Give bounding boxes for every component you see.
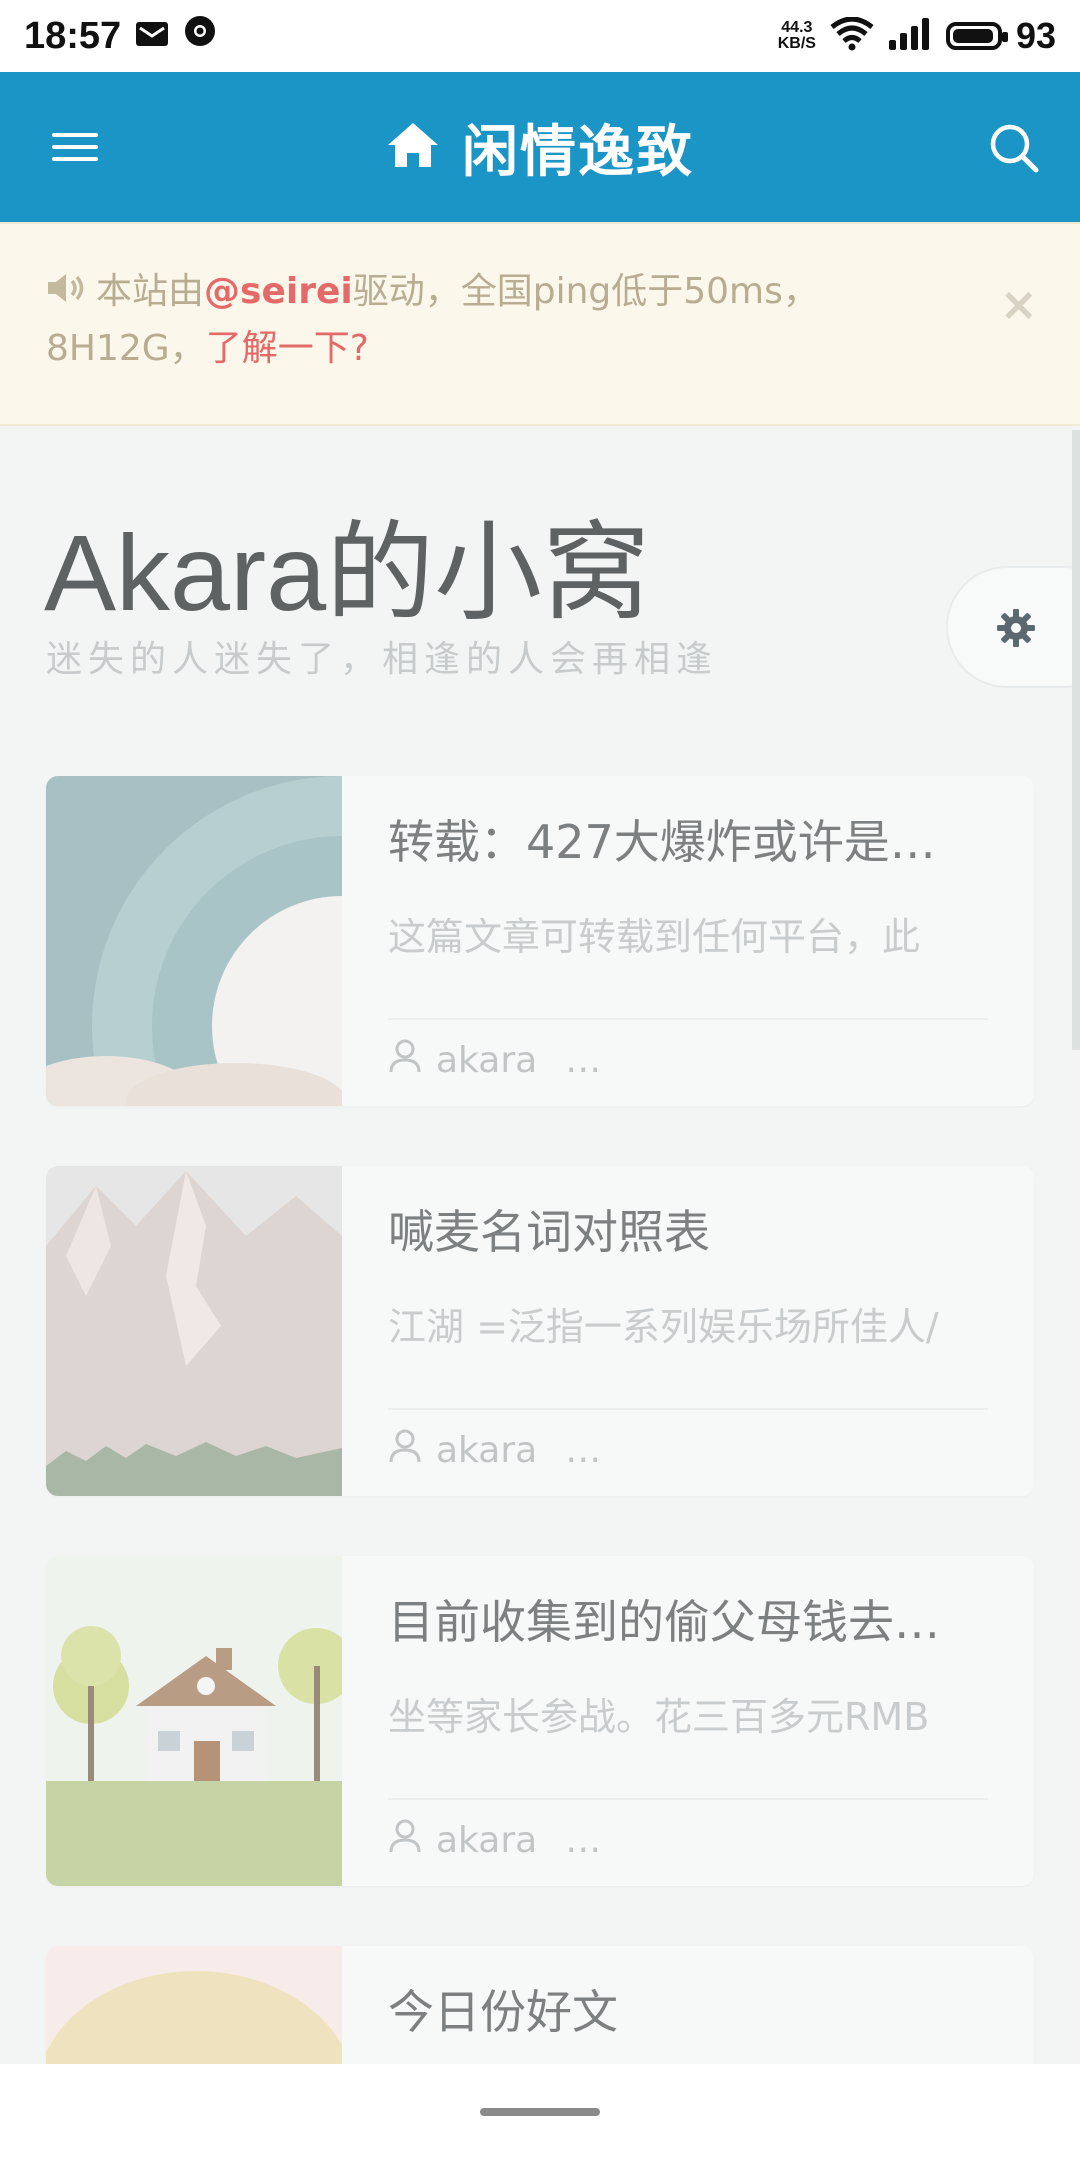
user-icon: [388, 1038, 422, 1083]
brand[interactable]: 闲情逸致: [386, 107, 694, 188]
home-icon: [386, 121, 440, 173]
post-content: 今日份好文: [388, 1946, 988, 2064]
divider: [388, 1408, 988, 1410]
menu-icon[interactable]: [52, 124, 98, 170]
post-excerpt: 江湖 =泛指一系列娱乐场所佳人/: [388, 1305, 939, 1349]
battery-level: 93: [1015, 15, 1056, 56]
wifi-icon: [830, 16, 874, 56]
battery-icon: [945, 22, 1008, 50]
post-author[interactable]: akara: [436, 1820, 537, 1861]
post-author[interactable]: akara: [436, 1040, 537, 1081]
status-time: 18:57: [24, 14, 122, 57]
status-right: 44.3 KB/S 93: [778, 15, 1056, 57]
post-meta: akara …: [388, 1038, 601, 1083]
home-indicator[interactable]: [480, 2108, 600, 2116]
mail-icon: [135, 15, 169, 58]
post-author[interactable]: akara: [436, 1430, 537, 1471]
post-card[interactable]: 今日份好文: [46, 1946, 1034, 2064]
post-more: …: [565, 1820, 602, 1861]
post-title[interactable]: 喊麦名词对照表: [388, 1196, 988, 1262]
site-subtitle: 迷失的人迷失了，相逢的人会再相逢: [46, 639, 719, 680]
notice-learn-more-link[interactable]: 了解一下?: [206, 328, 369, 369]
post-title[interactable]: 转载：427大爆炸或许是…: [388, 806, 988, 872]
post-card[interactable]: 转载：427大爆炸或许是… 这篇文章可转载到任何平台，此 akara …: [46, 776, 1034, 1106]
search-icon[interactable]: [988, 122, 1040, 174]
net-speed-unit: KB/S: [777, 35, 816, 52]
chrome-icon: [183, 14, 217, 58]
divider: [388, 1798, 988, 1800]
post-thumbnail[interactable]: [46, 1946, 351, 2064]
post-more: …: [565, 1040, 602, 1081]
gear-icon: [996, 608, 1036, 652]
speaker-icon: [46, 265, 86, 321]
net-speed: 44.3 KB/S: [778, 20, 816, 52]
post-card[interactable]: 目前收集到的偷父母钱去… 坐等家长参战。花三百多元RMB akara …: [46, 1556, 1034, 1886]
scrollbar[interactable]: [1072, 430, 1080, 1050]
signal-icon: [888, 17, 932, 55]
post-thumbnail[interactable]: [46, 1556, 354, 1886]
post-content: 转载：427大爆炸或许是… 这篇文章可转载到任何平台，此 akara …: [388, 776, 988, 1106]
post-card[interactable]: 喊麦名词对照表 江湖 =泛指一系列娱乐场所佳人/ akara …: [46, 1166, 1034, 1496]
user-icon: [388, 1818, 422, 1863]
notice-prefix: 本站由: [96, 271, 205, 312]
site-brand-title: 闲情逸致: [462, 119, 694, 185]
post-title[interactable]: 今日份好文: [388, 1976, 988, 2042]
notice-banner: 本站由@seirei驱动，全国ping低于50ms，8H12G，了解一下? ×: [0, 222, 1080, 426]
site-title: Akara的小窝: [44, 512, 651, 633]
notice-close-button[interactable]: ×: [999, 276, 1038, 332]
user-icon: [388, 1428, 422, 1473]
post-thumbnail[interactable]: [46, 776, 592, 1106]
post-more: …: [565, 1430, 602, 1471]
post-meta: akara …: [388, 1428, 601, 1473]
status-bar: 18:57 44.3 KB/S 93: [0, 0, 1080, 72]
post-title[interactable]: 目前收集到的偷父母钱去…: [388, 1586, 988, 1652]
post-content: 喊麦名词对照表 江湖 =泛指一系列娱乐场所佳人/ akara …: [388, 1166, 988, 1496]
post-excerpt: 这篇文章可转载到任何平台，此: [388, 915, 921, 959]
bottom-navigation-bar: [0, 2064, 1080, 2160]
post-content: 目前收集到的偷父母钱去… 坐等家长参战。花三百多元RMB akara …: [388, 1556, 988, 1886]
app-header: 闲情逸致: [0, 72, 1080, 222]
status-left: 18:57: [24, 14, 217, 58]
notice-mention-link[interactable]: @seirei: [204, 271, 353, 312]
settings-button[interactable]: [946, 566, 1080, 688]
post-thumbnail[interactable]: [46, 1166, 342, 1496]
net-speed-value: 44.3: [781, 19, 813, 36]
post-meta: akara …: [388, 1818, 601, 1863]
divider: [388, 1018, 988, 1020]
post-excerpt: 坐等家长参战。花三百多元RMB: [388, 1695, 930, 1739]
